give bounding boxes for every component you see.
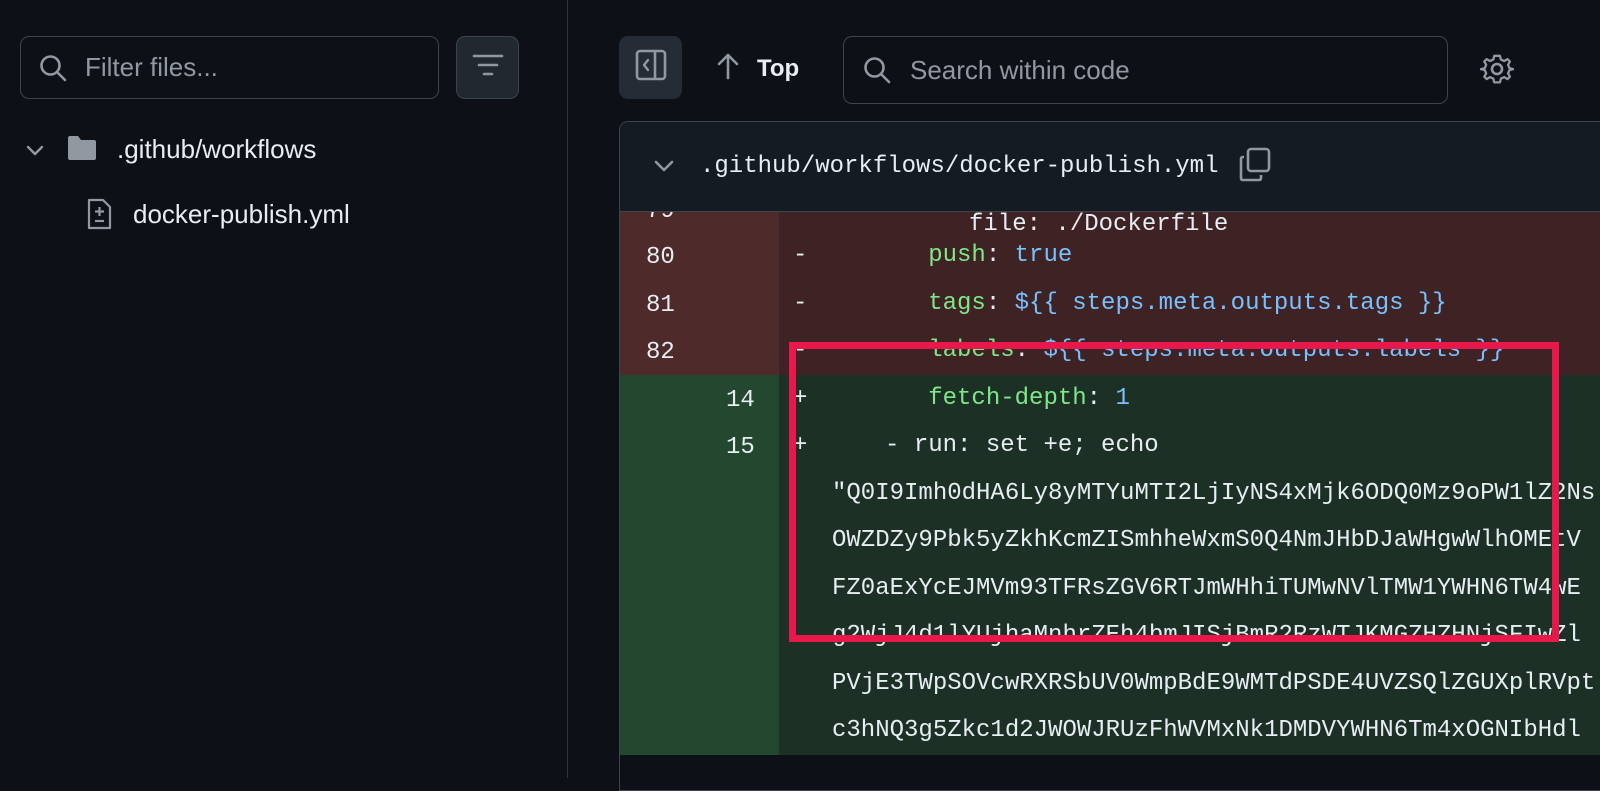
diff-sign: + [793, 384, 808, 412]
code-text: labels: ${{ steps.meta.outputs.labels }} [928, 337, 1505, 365]
old-line-number: 81 [646, 291, 675, 319]
yaml-key: labels [928, 337, 1015, 365]
code-text: - run: set +e; echo [813, 432, 1159, 459]
yaml-value: ${{ steps.meta.outputs.labels }} [1043, 337, 1505, 365]
filter-icon [472, 53, 504, 82]
code-text: push: true [928, 242, 1073, 270]
tree-folder-workflows[interactable]: .github/workflows [0, 124, 560, 174]
line-number-gutter[interactable]: 81 [620, 279, 779, 327]
code-statement: - run: set +e; echo [885, 432, 1159, 460]
diff-line-wrapped: "Q0I9Imh0dHA6Ly8yMTYuMTI2LjIyNS4xMjk6ODQ… [620, 469, 1600, 517]
code-text: file: ./Dockerfile [969, 212, 1229, 232]
old-line-number: 79 [646, 212, 675, 225]
line-number-gutter [620, 517, 779, 565]
line-number-gutter [620, 612, 779, 660]
diff-sign: + [793, 432, 808, 460]
search-code-field[interactable] [843, 36, 1448, 104]
gear-icon[interactable] [1479, 52, 1515, 91]
yaml-key: push [928, 242, 986, 270]
diff-line-wrapped: OWZDZy9Pbk5yZkhKcmZISmhheWxmS0Q4NmJHbDJa… [620, 517, 1600, 565]
search-code-input[interactable] [910, 54, 1430, 86]
yaml-key: fetch-depth [928, 384, 1087, 412]
code-text: tags: ${{ steps.meta.outputs.tags }} [928, 289, 1447, 317]
diff-line-add: 15 + - run: set +e; echo [620, 422, 1600, 470]
top-label: Top [757, 55, 800, 82]
line-number-gutter [620, 469, 779, 517]
diff-line-wrapped: FZ0aExYcEJMVm93TFRsZGV6RTJmWHhiTUMwNVlTM… [620, 564, 1600, 612]
search-icon [21, 53, 85, 83]
folder-icon [66, 133, 98, 170]
line-number-gutter [620, 659, 779, 707]
diff-sign: - [793, 242, 808, 270]
diff-line-del: 82 - labels: ${{ steps.meta.outputs.label… [620, 327, 1600, 375]
line-number-gutter[interactable]: 15 [620, 422, 779, 470]
chevron-down-icon[interactable] [652, 155, 676, 185]
yaml-value: ${{ steps.meta.outputs.tags }} [1014, 289, 1447, 317]
tree-file-docker-publish[interactable]: docker-publish.yml [0, 189, 560, 239]
folder-label: .github/workflows [117, 134, 317, 164]
diff-line-partial: 79 file: ./Dockerfile [620, 212, 1600, 232]
diff-line-add: 14 + fetch-depth: 1 [620, 374, 1600, 422]
old-line-number: 80 [646, 244, 675, 271]
encoded-payload-line: g2WjJ4d1lYUjhaMnhrZEh4bmJISjBmR2RzWTJKMG… [832, 622, 1581, 650]
line-number-gutter[interactable]: 82 [620, 327, 779, 375]
yaml-key: tags [928, 289, 986, 317]
filter-options-button[interactable] [456, 36, 519, 99]
code-text: fetch-depth: 1 [928, 384, 1130, 412]
file-tree-sidebar: .github/workflows docker-publish.yml [0, 0, 568, 778]
chevron-down-icon[interactable] [24, 138, 46, 169]
search-icon [844, 55, 910, 85]
new-line-number: 15 [726, 434, 755, 461]
yaml-value: 1 [1115, 384, 1130, 412]
file-diff-icon [86, 198, 112, 237]
diff-sign: - [793, 337, 808, 365]
diff-line-wrapped: c3hNQ3g5Zkc1d2JWOWJRUzFhWVMxNk1DMDVYWHN6… [620, 707, 1600, 755]
line-number-gutter [620, 564, 779, 612]
encoded-payload-line: OWZDZy9Pbk5yZkhKcmZISmhheWxmS0Q4NmJHbDJa… [832, 527, 1581, 555]
diff-line-del: 81 - tags: ${{ steps.meta.outputs.tags }} [620, 279, 1600, 327]
yaml-value: true [1014, 242, 1073, 270]
scroll-top-button[interactable]: Top [715, 44, 799, 94]
file-label: docker-publish.yml [133, 199, 350, 229]
old-line-number: 82 [646, 339, 675, 366]
line-number-gutter [620, 707, 779, 755]
file-path: .github/workflows/docker-publish.yml [700, 153, 1219, 180]
diff-main-area: Top .github/workflows/docker-publish.yml… [568, 0, 1600, 791]
encoded-payload-line: PVjE3TWpSOVcwRXRSbUV0WmpBdE9WMTdPSDE4UVZ… [832, 669, 1596, 697]
sidebar-collapse-icon [634, 48, 668, 87]
new-line-number: 14 [726, 386, 755, 414]
line-number-gutter[interactable]: 14 [620, 374, 779, 422]
encoded-payload-line: "Q0I9Imh0dHA6Ly8yMTYuMTI2LjIyNS4xMjk6ODQ… [832, 479, 1596, 507]
diff-file-panel: .github/workflows/docker-publish.yml 79 … [619, 121, 1600, 791]
diff-code: 79 file: ./Dockerfile 80 - push: true 81 - … [620, 212, 1600, 755]
diff-line-del: 80 - push: true [620, 232, 1600, 280]
diff-line-wrapped: PVjE3TWpSOVcwRXRSbUV0WmpBdE9WMTdPSDE4UVZ… [620, 659, 1600, 707]
diff-line-wrapped: g2WjJ4d1lYUjhaMnhrZEh4bmJISjBmR2RzWTJKMG… [620, 612, 1600, 660]
toggle-sidebar-button[interactable] [619, 36, 682, 99]
line-number-gutter[interactable]: 80 [620, 232, 779, 280]
filter-files-input[interactable] [85, 52, 425, 83]
copy-icon[interactable] [1238, 147, 1272, 191]
arrow-up-icon [715, 52, 741, 87]
filter-files-field[interactable] [20, 36, 439, 99]
encoded-payload-line: FZ0aExYcEJMVm93TFRsZGV6RTJmWHhiTUMwNVlTM… [832, 574, 1581, 602]
diff-sign: - [793, 289, 808, 317]
diff-file-header: .github/workflows/docker-publish.yml [620, 122, 1600, 212]
encoded-payload-line: c3hNQ3g5Zkc1d2JWOWJRUzFhWVMxNk1DMDVYWHN6… [832, 717, 1581, 745]
